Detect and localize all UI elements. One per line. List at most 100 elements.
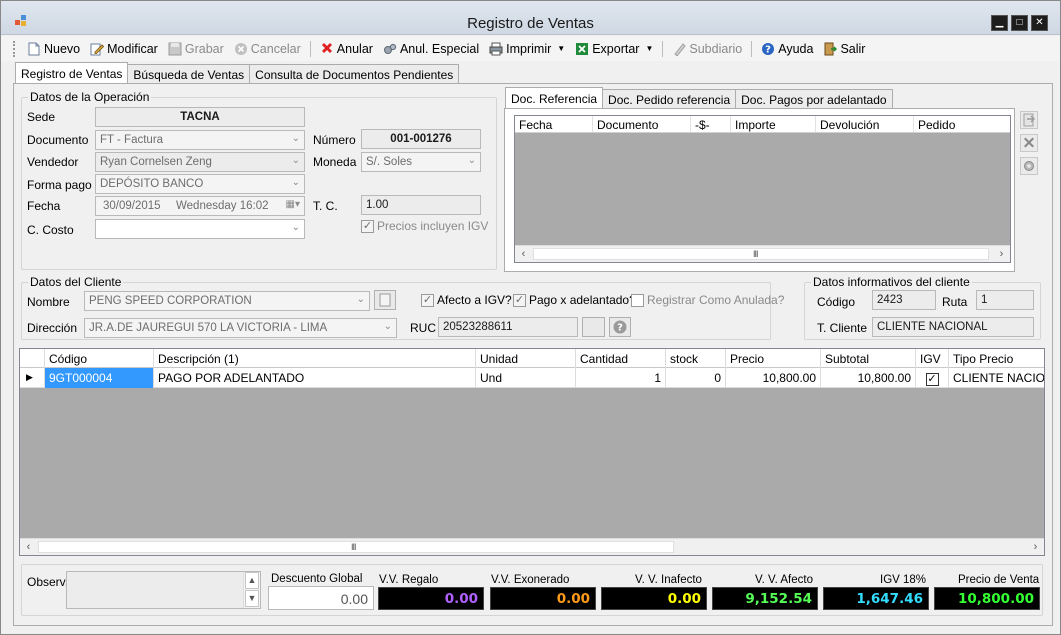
- toolbar-grip: [13, 40, 17, 57]
- moneda-select[interactable]: S/. Soles ⌄: [361, 152, 481, 172]
- scroll-thumb[interactable]: [533, 248, 989, 260]
- scroll-grip-icon: III: [351, 542, 356, 552]
- cancelar-button[interactable]: Cancelar: [232, 39, 303, 59]
- scroll-thumb[interactable]: [38, 541, 674, 553]
- col-devolucion[interactable]: Devolución: [816, 116, 914, 132]
- cell-unidad[interactable]: Und: [476, 368, 576, 388]
- tab-doc-pedido-referencia[interactable]: Doc. Pedido referencia: [602, 89, 737, 108]
- fecha-picker[interactable]: 30/09/2015 Wednesday 16:02 ▦▾: [95, 196, 305, 216]
- forma-pago-select[interactable]: DEPÓSITO BANCO ⌄: [95, 174, 305, 194]
- anular-button[interactable]: Anular: [318, 39, 375, 59]
- nombre-select[interactable]: PENG SPEED CORPORATION ⌄: [84, 291, 370, 311]
- cliente-lookup-button[interactable]: [374, 290, 396, 310]
- afecto-igv-checkbox[interactable]: ✓ Afecto a IGV?: [421, 293, 512, 307]
- grabar-button[interactable]: Grabar: [166, 39, 226, 59]
- tab-consulta-pendientes[interactable]: Consulta de Documentos Pendientes: [249, 64, 460, 83]
- cell-precio[interactable]: 10,800.00: [726, 368, 821, 388]
- scroll-down-icon[interactable]: ▼: [245, 590, 259, 607]
- cell-tipo-precio[interactable]: CLIENTE NACIONAL: [949, 368, 1044, 388]
- cell-stock[interactable]: 0: [666, 368, 726, 388]
- cell-descripcion[interactable]: PAGO POR ADELANTADO: [154, 368, 476, 388]
- cell-subtotal[interactable]: 10,800.00: [821, 368, 916, 388]
- unchecked-box: [631, 293, 644, 307]
- window: Registro de Ventas ▁ □ ✕ Nuevo Modificar…: [0, 0, 1061, 635]
- col-precio[interactable]: Precio: [726, 349, 821, 368]
- costo-select[interactable]: ⌄: [95, 219, 305, 239]
- documento-select[interactable]: FT - Factura ⌄: [95, 130, 305, 150]
- add-reference-icon[interactable]: [1020, 111, 1038, 129]
- info-cliente-group-label: Datos informativos del cliente: [811, 275, 972, 289]
- sede-field: TACNA: [95, 107, 305, 127]
- igv-value: 1,647.46: [823, 587, 929, 610]
- col-moneda[interactable]: -$-: [691, 116, 731, 132]
- pago-adelantado-label: Pago x adelantado?: [529, 293, 636, 307]
- salir-button[interactable]: Salir: [821, 39, 867, 59]
- ayuda-button[interactable]: ? Ayuda: [759, 39, 815, 59]
- vendedor-select[interactable]: Ryan Cornelsen Zeng ⌄: [95, 152, 305, 172]
- exportar-button[interactable]: Exportar ▼: [573, 39, 655, 59]
- anul-especial-button[interactable]: Anul. Especial: [381, 39, 481, 59]
- col-subtotal[interactable]: Subtotal: [821, 349, 916, 368]
- tab-registro-ventas[interactable]: Registro de Ventas: [15, 62, 129, 83]
- direccion-select[interactable]: JR.A.DE JAUREGUI 570 LA VICTORIA - LIMA …: [84, 318, 397, 338]
- help-icon: ?: [761, 42, 775, 56]
- col-fecha[interactable]: Fecha: [515, 116, 593, 132]
- tc-field[interactable]: 1.00: [361, 195, 481, 215]
- table-row[interactable]: ▶ 9GT000004 PAGO POR ADELANTADO Und 1 0 …: [20, 368, 1044, 388]
- cell-cantidad[interactable]: 1: [576, 368, 666, 388]
- col-importe[interactable]: Importe: [731, 116, 816, 132]
- printer-icon: [489, 42, 503, 56]
- col-unidad[interactable]: Unidad: [476, 349, 576, 368]
- ruc-help-button[interactable]: ?: [609, 317, 631, 337]
- close-button[interactable]: ✕: [1031, 15, 1048, 31]
- main-tabs: Registro de Ventas Búsqueda de Ventas Co…: [15, 62, 460, 83]
- col-documento[interactable]: Documento: [593, 116, 691, 132]
- pago-adelantado-checkbox[interactable]: ✓ Pago x adelantado?: [513, 293, 636, 307]
- cell-igv[interactable]: ✓: [916, 368, 949, 388]
- scroll-right-icon[interactable]: ›: [993, 246, 1010, 262]
- col-descripcion[interactable]: Descripción (1): [154, 349, 476, 368]
- referencia-scrollbar[interactable]: ‹ III ›: [515, 245, 1010, 262]
- fecha-label: Fecha: [27, 199, 61, 213]
- descuento-field[interactable]: 0.00: [268, 586, 374, 610]
- tab-doc-referencia[interactable]: Doc. Referencia: [505, 87, 604, 108]
- precios-igv-checkbox[interactable]: ✓ Precios incluyen IGV: [361, 219, 488, 233]
- col-cantidad[interactable]: Cantidad: [576, 349, 666, 368]
- modificar-button[interactable]: Modificar: [88, 39, 160, 59]
- exit-door-icon: [823, 42, 838, 56]
- nuevo-button[interactable]: Nuevo: [25, 39, 82, 59]
- registrar-anulada-checkbox[interactable]: Registrar Como Anulada?: [631, 293, 784, 307]
- observ-scrollbar[interactable]: ▲ ▼: [243, 572, 260, 608]
- cancel-icon: [234, 42, 248, 56]
- col-codigo[interactable]: Código: [45, 349, 154, 368]
- col-pedido[interactable]: Pedido: [914, 116, 1010, 132]
- imprimir-button[interactable]: Imprimir ▼: [487, 39, 567, 59]
- col-igv[interactable]: IGV: [916, 349, 949, 368]
- cell-codigo[interactable]: 9GT000004: [45, 368, 154, 388]
- referencia-grid[interactable]: Fecha Documento -$- Importe Devolución P…: [514, 115, 1011, 263]
- scroll-left-icon[interactable]: ‹: [20, 539, 37, 555]
- col-stock[interactable]: stock: [666, 349, 726, 368]
- ruc-field[interactable]: 20523288611: [438, 317, 578, 337]
- vv-inafecto-value: 0.00: [601, 587, 707, 610]
- row-pointer-icon: ▶: [20, 368, 45, 388]
- col-tipo-precio[interactable]: Tipo Precio: [949, 349, 1044, 368]
- maximize-button[interactable]: □: [1011, 15, 1028, 31]
- detalle-grid[interactable]: Código Descripción (1) Unidad Cantidad s…: [19, 348, 1045, 556]
- tab-doc-pagos-adelantado[interactable]: Doc. Pagos por adelantado: [735, 89, 893, 108]
- observ-textarea[interactable]: ▲ ▼: [66, 571, 261, 609]
- minimize-button[interactable]: ▁: [991, 15, 1008, 31]
- ruc-extra-button[interactable]: [582, 317, 605, 337]
- chevron-down-icon[interactable]: ▼: [557, 44, 565, 53]
- scroll-up-icon[interactable]: ▲: [245, 572, 259, 589]
- chevron-down-icon[interactable]: ▼: [645, 44, 653, 53]
- tab-busqueda-ventas[interactable]: Búsqueda de Ventas: [127, 64, 251, 83]
- row-header-col: [20, 349, 45, 368]
- settings-gear-icon[interactable]: [1020, 157, 1038, 175]
- scroll-left-icon[interactable]: ‹: [515, 246, 532, 262]
- detalle-scrollbar[interactable]: ‹ III ›: [20, 538, 1044, 555]
- subdiario-button[interactable]: Subdiario: [670, 39, 744, 59]
- remove-reference-icon[interactable]: [1020, 134, 1038, 152]
- scroll-right-icon[interactable]: ›: [1027, 539, 1044, 555]
- chevron-down-icon: ⌄: [291, 177, 300, 188]
